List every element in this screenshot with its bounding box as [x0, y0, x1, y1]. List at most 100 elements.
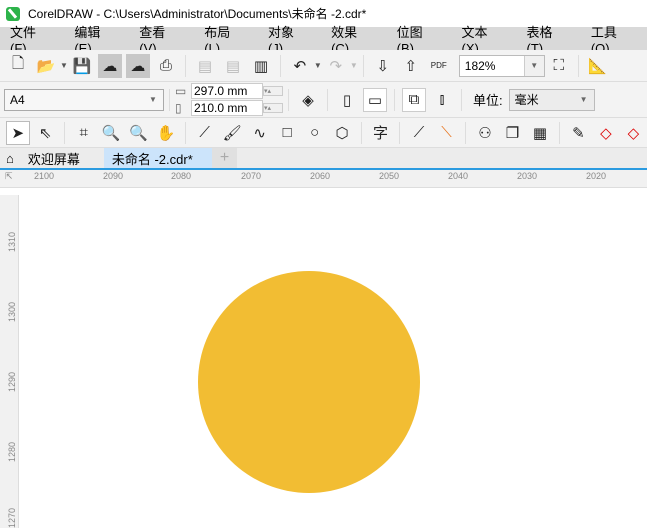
- ruler-label: 1300: [7, 301, 17, 323]
- transparency-tool-icon[interactable]: ▦: [528, 121, 551, 145]
- menu-bar: 文件(F) 编辑(E) 查看(V) 布局(L) 对象(J) 效果(C) 位图(B…: [0, 25, 647, 56]
- crop-tool-icon[interactable]: ⌗: [72, 121, 95, 145]
- separator: [327, 88, 328, 111]
- text-tool-icon[interactable]: 字: [369, 121, 392, 145]
- print-icon[interactable]: ⎙: [154, 54, 178, 78]
- window-title: CorelDRAW - C:\Users\Administrator\Docum…: [28, 7, 367, 21]
- save-icon[interactable]: 💾: [70, 54, 94, 78]
- ruler-label: 2070: [241, 171, 262, 181]
- cloud-upload-icon[interactable]: ☁: [125, 53, 150, 78]
- page-width-input[interactable]: 297.0 mm: [191, 83, 263, 99]
- polygon-tool-icon[interactable]: ⬡: [330, 121, 353, 145]
- page-height-input[interactable]: 210.0 mm: [191, 100, 263, 116]
- redo-dropdown-icon[interactable]: ▼: [350, 61, 358, 70]
- blend-tool-icon[interactable]: ⚇: [473, 121, 496, 145]
- ruler-label: 2090: [103, 171, 124, 181]
- undo-dropdown-icon[interactable]: ▼: [314, 61, 322, 70]
- options-icon[interactable]: 📐: [586, 54, 610, 78]
- connector-tool-icon[interactable]: ⟍: [435, 121, 458, 145]
- separator: [461, 88, 462, 111]
- undo-icon[interactable]: ↶: [288, 54, 312, 78]
- separator: [577, 54, 579, 77]
- chevron-down-icon[interactable]: ▼: [574, 90, 594, 110]
- separator: [288, 88, 289, 111]
- open-dropdown-icon[interactable]: ▼: [60, 61, 68, 70]
- chevron-down-icon[interactable]: ▼: [523, 55, 544, 76]
- ruler-origin-icon[interactable]: ⇱: [5, 171, 13, 182]
- ruler-label: 2050: [379, 171, 400, 181]
- home-icon[interactable]: ⌂: [0, 148, 20, 168]
- copy-icon[interactable]: ▤: [221, 54, 245, 78]
- open-icon[interactable]: 📂: [34, 54, 58, 78]
- separator: [362, 54, 364, 77]
- new-tab-button[interactable]: +: [211, 148, 238, 168]
- freehand-tool-icon[interactable]: ⟋: [193, 121, 216, 145]
- separator: [360, 121, 362, 144]
- pan-tool-icon[interactable]: ✋: [154, 121, 177, 145]
- cloud-download-icon[interactable]: ☁: [97, 53, 122, 78]
- fill-tool-icon[interactable]: ◇: [594, 121, 617, 145]
- separator: [184, 54, 186, 77]
- separator: [394, 88, 395, 111]
- ruler-label: 2030: [517, 171, 538, 181]
- zoom-level-combo[interactable]: 182% ▼: [458, 54, 545, 77]
- standard-toolbar: 🗋 📂 ▼ 💾 ☁ ☁ ⎙ ▤ ▤ ▥ ↶ ▼ ↷ ▼ ⇩ ⇧ PDF 182% ▼ …: [0, 50, 647, 82]
- rectangle-tool-icon[interactable]: □: [275, 121, 298, 145]
- ruler-label: 1290: [7, 371, 17, 393]
- dimension-tool-icon[interactable]: ⟋: [407, 121, 430, 145]
- publish-pdf-icon[interactable]: PDF: [427, 54, 451, 78]
- all-pages-layout-icon[interactable]: ⧉: [402, 87, 426, 112]
- coreldraw-logo-icon: [6, 6, 20, 21]
- ruler-label: 2100: [34, 171, 55, 181]
- tab-welcome-screen[interactable]: 欢迎屏幕: [20, 148, 104, 168]
- all-pages-icon[interactable]: ◈: [296, 88, 320, 112]
- page-size-value: A4: [10, 92, 25, 107]
- page-width-spinner[interactable]: ▾▴: [263, 86, 283, 96]
- shape-tool-icon[interactable]: ⇖: [34, 121, 57, 145]
- chevron-down-icon[interactable]: ▼: [143, 90, 163, 110]
- ruler-label: 1270: [7, 507, 17, 529]
- ruler-label: 1310: [7, 231, 17, 253]
- brush-tool-icon[interactable]: 🖌: [220, 121, 243, 145]
- separator: [169, 88, 170, 111]
- ruler-label: 1280: [7, 441, 17, 463]
- property-bar: A4 ▼ ▭ 297.0 mm ▾▴ ▯ 210.0 mm ▾▴ ◈ ▯ ▭ ⧉ ⫾ 单…: [0, 82, 647, 118]
- shadow-tool-icon[interactable]: ❐: [501, 121, 524, 145]
- separator: [465, 121, 467, 144]
- page-height-spinner[interactable]: ▾▴: [263, 103, 283, 113]
- ellipse-shape[interactable]: [198, 271, 420, 493]
- zoom-tool-icon[interactable]: 🔍: [99, 121, 122, 145]
- toolbox: ➤ ⇖ ⌗ 🔍 🔍 ✋ ⟋ 🖌 ∿ □ ○ ⬡ 字 ⟋ ⟍ ⚇ ❐ ▦ ✎ ◇ …: [0, 118, 647, 148]
- portrait-icon[interactable]: ▯: [335, 88, 359, 112]
- zoom-out-tool-icon[interactable]: 🔍: [127, 121, 150, 145]
- document-tabs: ⌂ 欢迎屏幕 未命名 -2.cdr* +: [0, 148, 647, 170]
- page-size-select[interactable]: A4 ▼: [4, 88, 164, 111]
- separator: [279, 54, 281, 77]
- landscape-icon[interactable]: ▭: [363, 87, 387, 112]
- separator: [64, 121, 65, 144]
- ruler-label: 2060: [310, 171, 331, 181]
- ruler-label: 2080: [171, 171, 192, 181]
- cut-icon[interactable]: ▤: [193, 54, 217, 78]
- ellipse-tool-icon[interactable]: ○: [303, 121, 326, 145]
- new-document-icon[interactable]: 🗋: [6, 54, 30, 78]
- redo-icon[interactable]: ↷: [324, 54, 348, 78]
- tab-document[interactable]: 未命名 -2.cdr*: [103, 148, 212, 168]
- full-screen-icon[interactable]: ⛶: [547, 54, 571, 78]
- page-width-icon: ▭: [175, 84, 187, 98]
- page-height-icon: ▯: [175, 101, 182, 115]
- curve-tool-icon[interactable]: ∿: [248, 121, 271, 145]
- import-icon[interactable]: ⇩: [371, 54, 395, 78]
- current-page-icon[interactable]: ⫾: [430, 88, 454, 112]
- unit-select[interactable]: 毫米 ▼: [508, 88, 595, 111]
- unit-label: 单位:: [473, 93, 503, 108]
- separator: [184, 121, 186, 144]
- smart-fill-tool-icon[interactable]: ◇: [622, 121, 645, 145]
- pick-tool-icon[interactable]: ➤: [6, 120, 30, 145]
- export-icon[interactable]: ⇧: [399, 54, 423, 78]
- vertical-ruler[interactable]: 1310 1300 1290 1280 1270: [0, 195, 19, 528]
- paste-icon[interactable]: ▥: [249, 54, 273, 78]
- horizontal-ruler[interactable]: ⇱ 2100 2090 2080 2070 2060 2050 2040 203…: [0, 170, 647, 188]
- eyedropper-tool-icon[interactable]: ✎: [567, 121, 590, 145]
- unit-value: 毫米: [514, 93, 539, 107]
